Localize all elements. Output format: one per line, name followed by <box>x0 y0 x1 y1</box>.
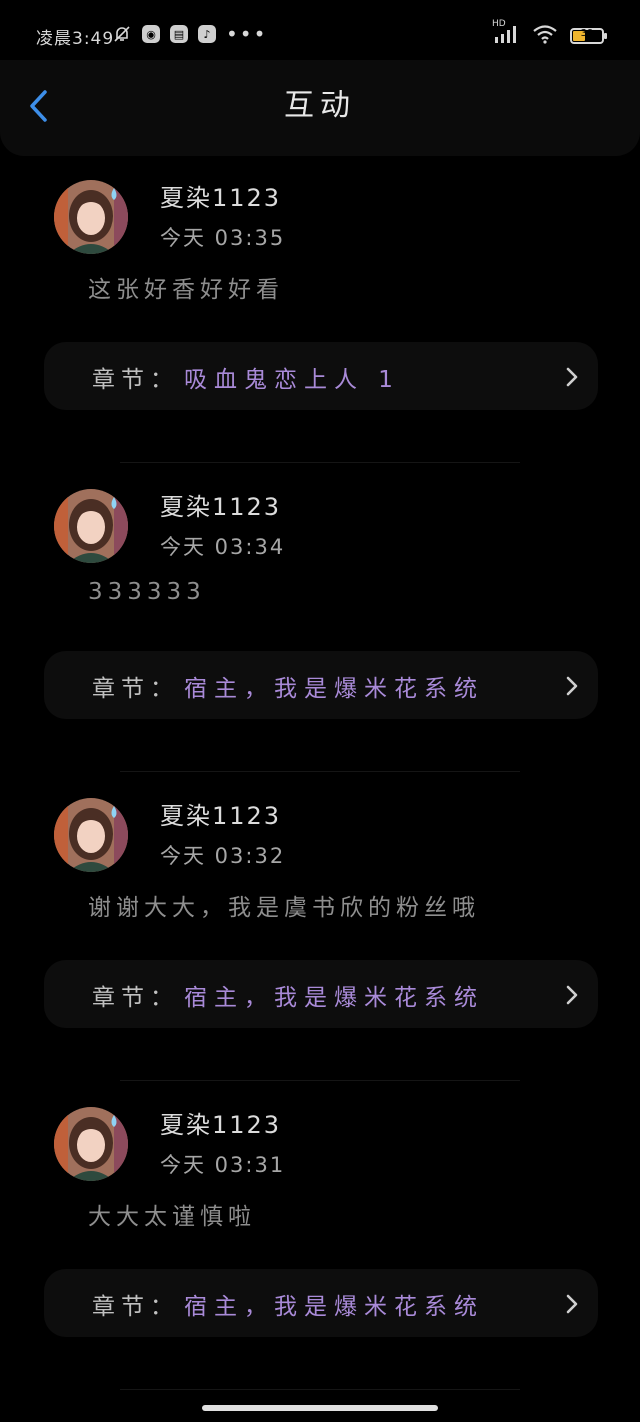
battery-level: 39 <box>580 28 594 39</box>
more-notifications-icon: ••• <box>226 22 268 46</box>
list-item: 夏染1123 今天 03:32 谢谢大大，我是虞书欣的粉丝哦 章节： 宿主，我是… <box>0 778 640 1087</box>
comment-text: 这张好香好好看 <box>88 277 284 303</box>
username: 夏染1123 <box>160 493 282 521</box>
chapter-name: 吸血鬼恋上人 1 <box>184 367 400 393</box>
app-notification-icon: ◉ <box>142 25 160 43</box>
list-item: 夏染1123 今天 03:34 333333 章节： 宿主，我是爆米花系统 <box>0 469 640 778</box>
interaction-list: 夏染1123 今天 03:35 这张好香好好看 章节： 吸血鬼恋上人 1 夏染1… <box>0 160 640 1396</box>
status-time: 凌晨3:49 <box>36 29 115 49</box>
signal-icon: HD <box>492 19 520 47</box>
chapter-name: 宿主，我是爆米花系统 <box>184 985 484 1011</box>
comment-time: 今天 03:32 <box>160 844 286 868</box>
username: 夏染1123 <box>160 1111 282 1139</box>
status-notification-icons: ◉ ▤ ♪ ••• <box>112 24 267 44</box>
page-title: 互动 <box>284 88 356 123</box>
username: 夏染1123 <box>160 184 282 212</box>
avatar[interactable] <box>54 489 128 563</box>
chevron-right-icon <box>566 367 578 387</box>
comment-text: 333333 <box>88 579 206 605</box>
username: 夏染1123 <box>160 802 282 830</box>
chevron-right-icon <box>566 1294 578 1314</box>
comment-text: 大大太谨慎啦 <box>88 1204 256 1230</box>
header: 互动 <box>0 60 640 156</box>
comment-text: 谢谢大大，我是虞书欣的粉丝哦 <box>88 895 480 921</box>
status-system-icons: HD 39 <box>492 19 607 48</box>
comment-time: 今天 03:31 <box>160 1153 286 1177</box>
mute-bell-icon <box>112 24 132 44</box>
wifi-icon <box>532 24 558 48</box>
avatar[interactable] <box>54 1107 128 1181</box>
chapter-label: 章节： <box>92 1294 179 1320</box>
divider <box>120 771 520 772</box>
comment-time: 今天 03:34 <box>160 535 286 559</box>
list-item: 夏染1123 今天 03:31 大大太谨慎啦 章节： 宿主，我是爆米花系统 <box>0 1087 640 1396</box>
list-item: 夏染1123 今天 03:35 这张好香好好看 章节： 吸血鬼恋上人 1 <box>0 160 640 469</box>
comment-time: 今天 03:35 <box>160 226 286 250</box>
chapter-link[interactable]: 章节： 宿主，我是爆米花系统 <box>44 1269 598 1337</box>
chapter-link[interactable]: 章节： 吸血鬼恋上人 1 <box>44 342 598 410</box>
chapter-link[interactable]: 章节： 宿主，我是爆米花系统 <box>44 651 598 719</box>
divider <box>120 462 520 463</box>
avatar[interactable] <box>54 180 128 254</box>
chapter-name: 宿主，我是爆米花系统 <box>184 676 484 702</box>
home-indicator[interactable] <box>202 1405 438 1411</box>
chapter-label: 章节： <box>92 367 179 393</box>
chapter-label: 章节： <box>92 985 179 1011</box>
divider <box>120 1389 520 1390</box>
chapter-name: 宿主，我是爆米花系统 <box>184 1294 484 1320</box>
chevron-right-icon <box>566 985 578 1005</box>
avatar[interactable] <box>54 798 128 872</box>
hd-label: HD <box>492 19 506 29</box>
chapter-link[interactable]: 章节： 宿主，我是爆米花系统 <box>44 960 598 1028</box>
chapter-label: 章节： <box>92 676 179 702</box>
divider <box>120 1080 520 1081</box>
chevron-right-icon <box>566 676 578 696</box>
tiktok-icon: ♪ <box>198 25 216 43</box>
app-notification-icon: ▤ <box>170 25 188 43</box>
battery-icon: 39 <box>570 28 607 44</box>
